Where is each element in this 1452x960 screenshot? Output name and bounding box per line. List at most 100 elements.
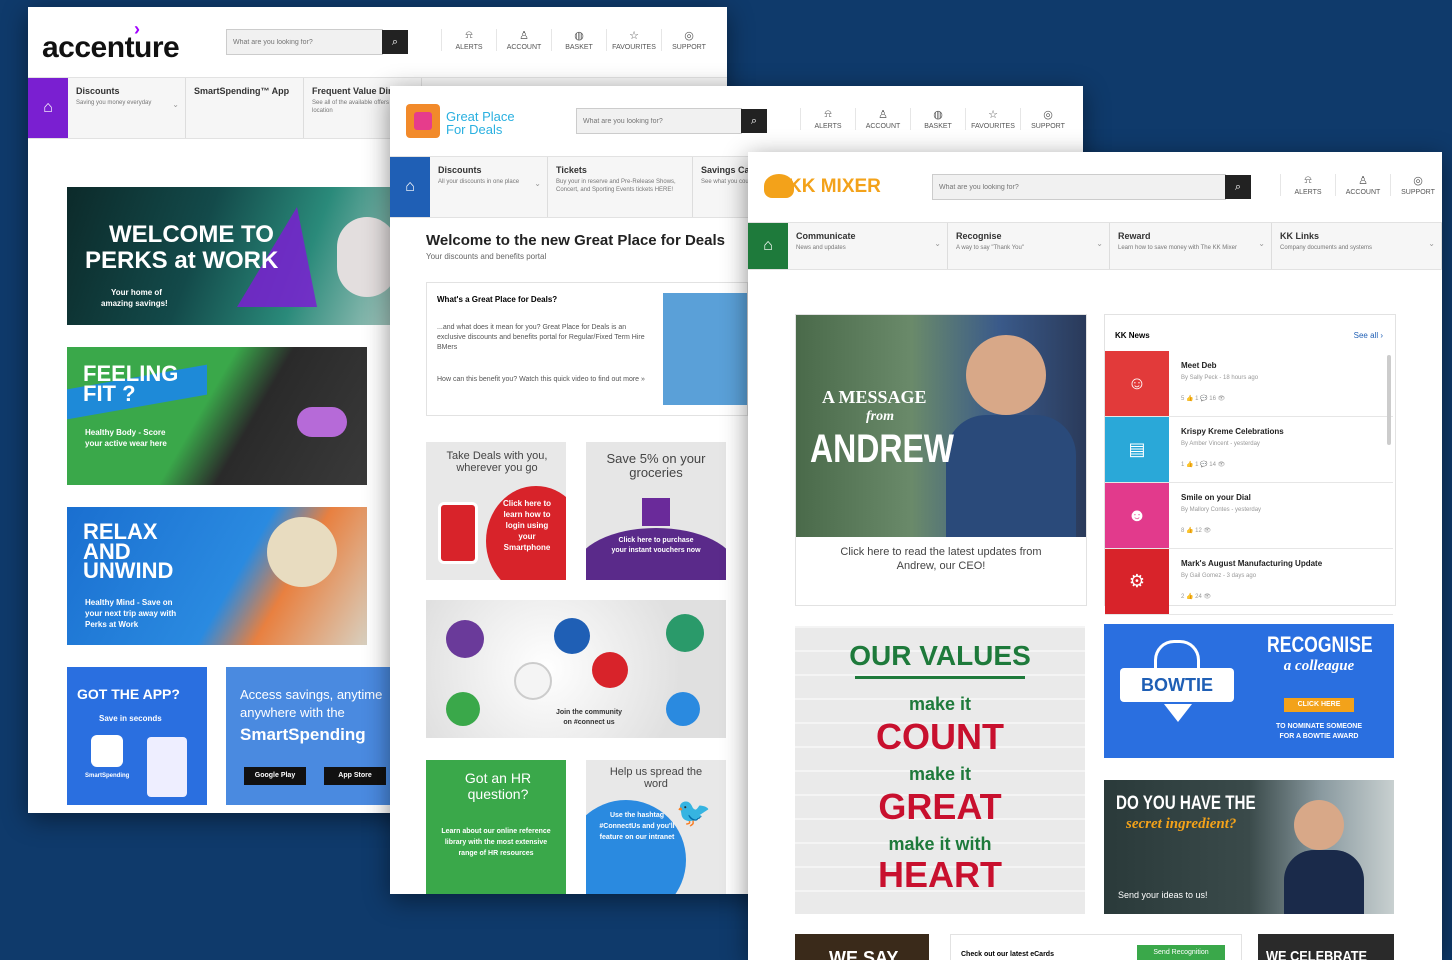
search-icon[interactable]: ⌕ [1225,175,1251,199]
home-icon[interactable]: ⌂ [748,223,788,269]
bell-icon: ⍾ [465,29,473,41]
see-all-link[interactable]: See all › [1354,331,1383,340]
alerts-button[interactable]: ⍾ ALERTS [1280,174,1335,196]
welcome-title: WELCOME TO [109,221,274,248]
intro-card-title: What's a Great Place for Deals? [437,295,558,304]
conversation-icon: ☻ [1105,483,1169,548]
home-icon[interactable]: ⌂ [390,157,430,217]
gear-icon: ⚙ [1105,549,1169,614]
greater-than-icon: › [134,19,140,39]
help-icon: ◎ [684,30,694,42]
fit-sub: Healthy Body - Score [85,428,166,437]
star-icon: ☆ [988,109,998,121]
news-item[interactable]: ▤ Krispy Kreme Celebrations By Amber Vin… [1105,417,1393,483]
community-icon-2 [554,618,590,654]
got-the-app-banner[interactable]: GOT THE APP? Save in seconds SmartSpendi… [67,667,207,805]
support-button[interactable]: ◎ SUPPORT [1390,174,1442,196]
ribbon-icon [1164,704,1192,722]
community-icon-7 [666,692,700,726]
values-heart: HEART [878,854,1002,895]
welcome-banner[interactable]: WELCOME TO PERKS at WORK Your home of am… [67,187,397,325]
search-icon[interactable]: ⌕ [741,109,767,133]
click-here-button[interactable]: CLICK HERE [1284,698,1354,712]
worker-body [1284,850,1364,914]
support-button[interactable]: ◎ SUPPORT [661,29,716,51]
news-item[interactable]: ⚙ Mark's August Manufacturing Update By … [1105,549,1393,615]
values-count: COUNT [876,716,1004,757]
favourites-button[interactable]: ☆ FAVOURITES [965,108,1020,130]
search-box: ⌕ [932,174,1251,200]
spread-body: Use the hashtag #ConnectUs and you'll fe… [599,812,675,841]
we-say-banner[interactable]: WE SAY [795,934,929,960]
nav-smartspending[interactable]: SmartSpending™ App [186,78,304,138]
community-icon-1 [446,620,484,658]
intro-video-thumbnail[interactable] [663,293,747,405]
smartspending-banner[interactable]: Access savings, anytime anywhere with th… [226,667,406,805]
message-name: ANDREW [810,427,954,471]
fit-title-2: FIT ? [83,381,136,406]
kk-logo[interactable]: KK MIXER [788,176,881,198]
news-item[interactable]: ☺ Meet Deb By Sally Peck - 18 hours ago … [1105,351,1393,417]
search-input[interactable] [933,175,1225,199]
gift-icon [642,498,670,526]
google-play-button[interactable]: Google Play [244,767,306,785]
user-icon: ♙ [1358,175,1368,187]
news-scrollbar[interactable] [1387,355,1391,445]
search-icon[interactable]: ⌕ [382,30,408,54]
account-button[interactable]: ♙ ACCOUNT [1335,174,1390,196]
home-icon[interactable]: ⌂ [28,78,68,138]
nav-discounts[interactable]: Discounts All your discounts in one place… [430,157,548,217]
app-title: GOT THE APP? [77,686,180,702]
chevron-down-icon: ⌄ [172,100,179,109]
header-icons: ⍾ ALERTS ♙ ACCOUNT ◍ BASKET ☆ FAVOURITES ◎ SU… [441,29,716,51]
nav-discounts[interactable]: Discounts Saving you money everyday ⌄ [68,78,186,138]
phone-icon [438,502,478,564]
relax-sub-2: your next trip away with [85,609,177,618]
accenture-logo[interactable]: accenture › [42,19,180,65]
account-button[interactable]: ♙ ACCOUNT [855,108,910,130]
hr-body: Learn about our online reference library… [441,828,551,857]
kk-news-panel: KK News See all › ☺ Meet Deb By Sally Pe… [1104,314,1396,615]
user-icon: ♙ [878,109,888,121]
intro-card-body: ...and what does it mean for you? Great … [437,324,645,351]
gpd-logo[interactable]: Great Place For Deals [446,110,515,136]
support-button[interactable]: ◎ SUPPORT [1020,108,1075,130]
header-icons: ⍾ ALERTS ♙ ACCOUNT ◎ SUPPORT [1280,174,1442,196]
nav-communicate[interactable]: Communicate News and updates ⌄ [788,223,948,269]
save5-title: Save 5% on your groceries [606,451,706,480]
recognise-bowtie-banner[interactable]: BOWTIE RECOGNISE a colleague CLICK HERE … [1104,624,1394,758]
basket-button[interactable]: ◍ BASKET [910,108,965,130]
search-input[interactable] [577,109,741,133]
ceo-message-card[interactable]: A MESSAGE from ANDREW Click here to read… [795,314,1087,606]
leaf-icon [446,692,480,726]
feeling-fit-banner[interactable]: FEELING FIT ? Healthy Body - Score your … [67,347,367,485]
news-item[interactable]: ☻ Smile on your Dial By Mallory Contes -… [1105,483,1393,549]
hr-question-banner[interactable]: Got an HR question? Learn about our onli… [426,760,566,894]
we-celebrate-banner[interactable]: WE CELEBRATE [1258,934,1394,960]
secret-ingredient-banner[interactable]: DO YOU HAVE THE secret ingredient? Send … [1104,780,1394,914]
our-values-banner[interactable]: OUR VALUES make it COUNT make it GREAT m… [795,626,1085,914]
relax-banner[interactable]: RELAX AND UNWIND Healthy Mind - Save on … [67,507,367,645]
save5-banner[interactable]: Save 5% on your groceries Click here to … [586,442,726,580]
community-banner[interactable]: Join the community on #connect us [426,600,726,738]
nav-tickets[interactable]: Tickets Buy your in reserve and Pre-Relea… [548,157,693,217]
alerts-button[interactable]: ⍾ ALERTS [441,29,496,51]
kk-nav: ⌂ Communicate News and updates ⌄ Recognise… [748,222,1442,270]
we-say-title: WE SAY [829,948,899,960]
spread-word-banner[interactable]: Help us spread the word 🐦 Use the hashta… [586,760,726,894]
search-input[interactable] [227,30,382,54]
nav-kk-links[interactable]: KK Links Company documents and systems ⌄ [1272,223,1442,269]
app-store-button[interactable]: App Store [324,767,386,785]
alerts-button[interactable]: ⍾ ALERTS [800,108,855,130]
ceo-face [966,335,1046,415]
hr-title: Got an HR question? [464,770,532,802]
send-recognition-button[interactable]: Send Recognition [1137,945,1225,960]
nav-reward[interactable]: Reward Learn how to save money with The K… [1110,223,1272,269]
basket-button[interactable]: ◍ BASKET [551,29,606,51]
nav-recognise[interactable]: Recognise A way to say "Thank You" ⌄ [948,223,1110,269]
account-button[interactable]: ♙ ACCOUNT [496,29,551,51]
favourites-button[interactable]: ☆ FAVOURITES [606,29,661,51]
recognise-title: RECOGNISE [1267,632,1373,657]
intro-card-link[interactable]: How can this benefit you? Watch this qui… [437,375,647,385]
take-deals-banner[interactable]: Take Deals with you, wherever you go Cli… [426,442,566,580]
